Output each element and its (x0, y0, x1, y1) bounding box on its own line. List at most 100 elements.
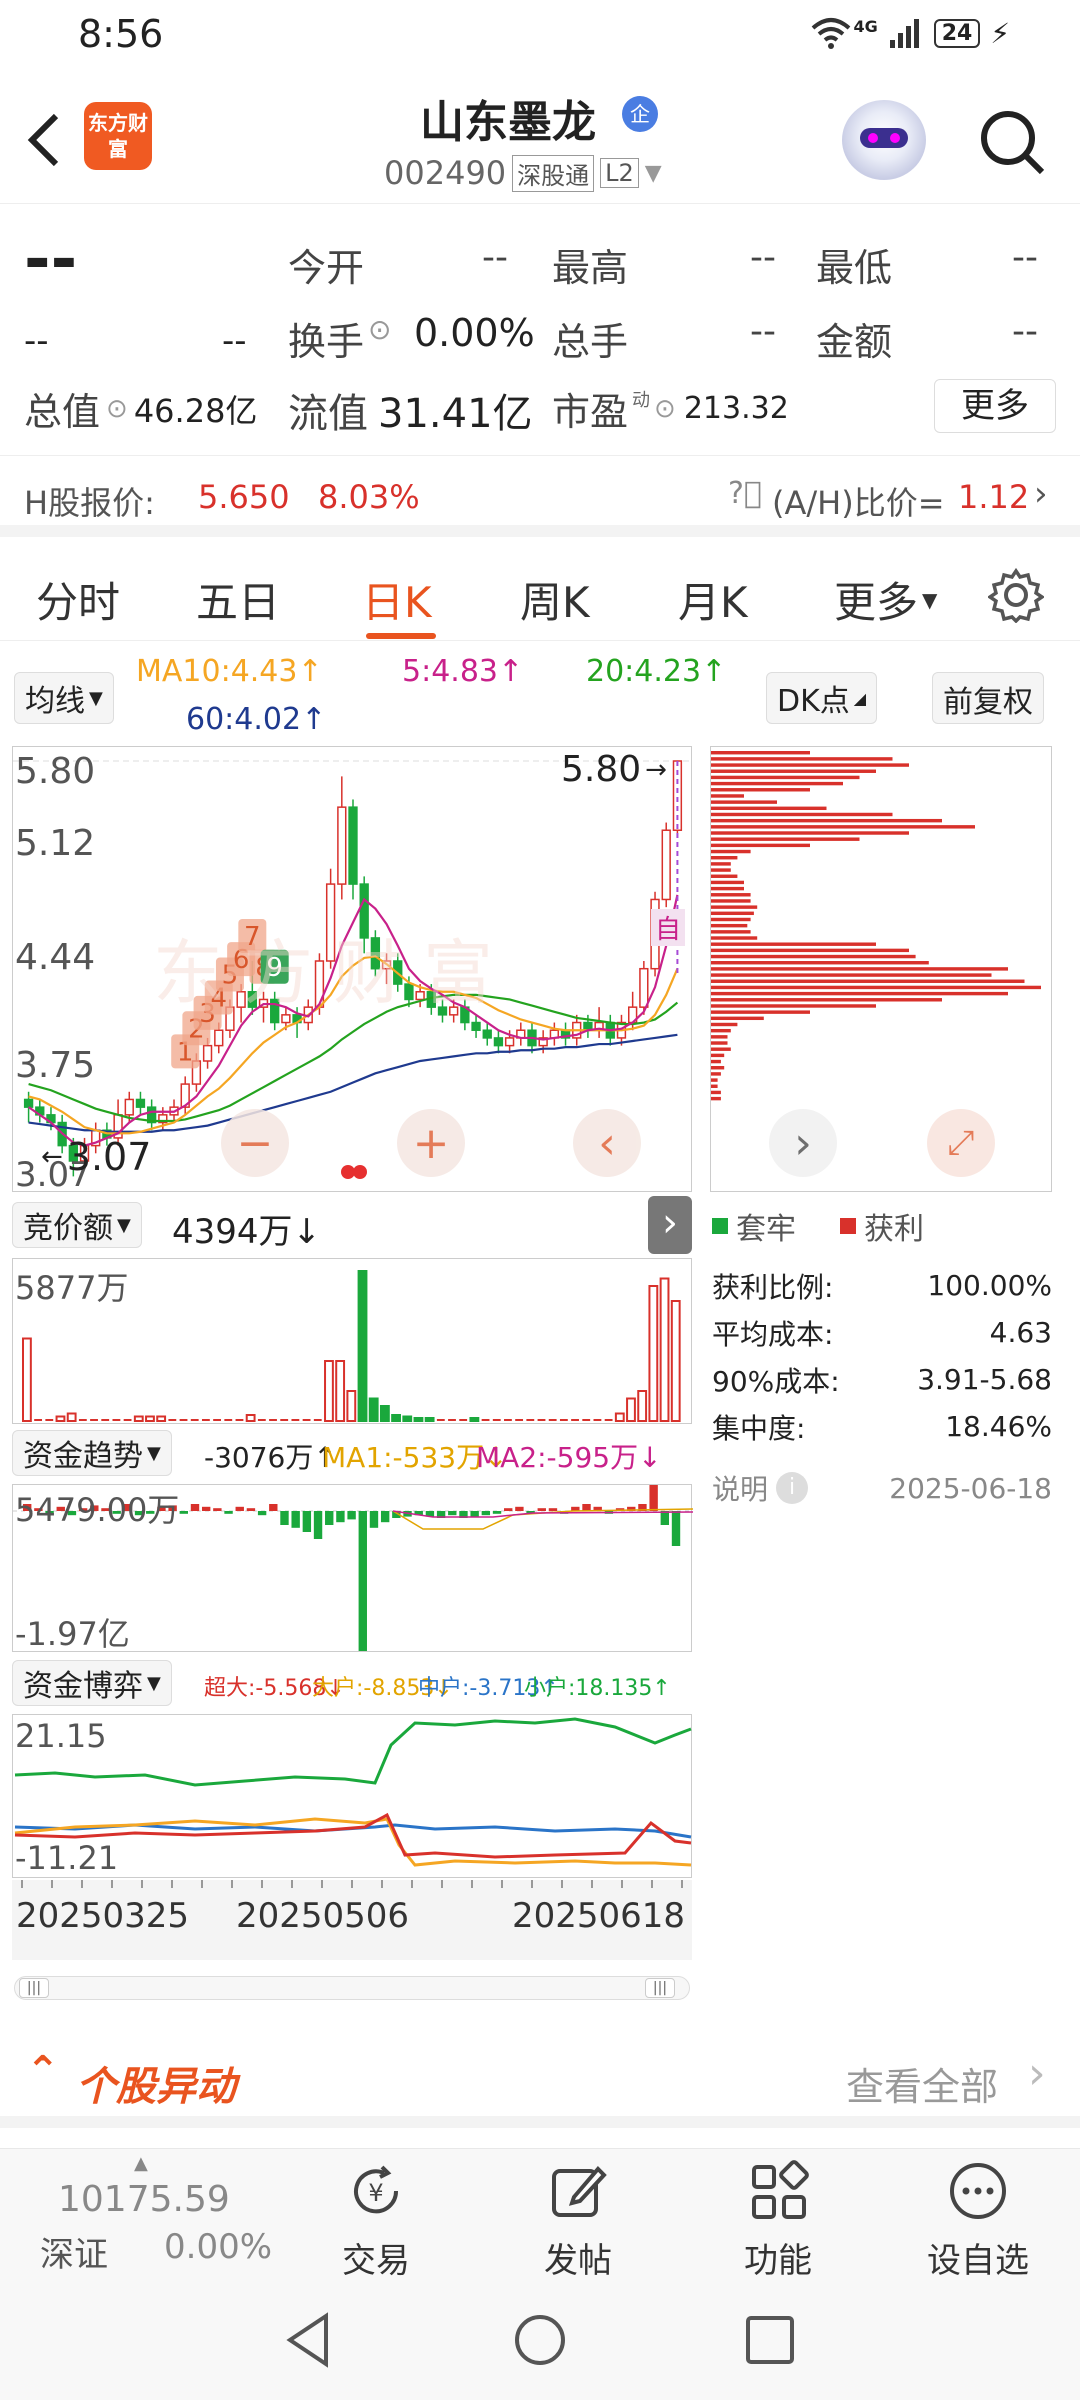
stock-header: 东方财富 山东墨龙 企 002490 深股通 L2 ▼ (0, 72, 1080, 204)
enterprise-badge: 企 (622, 96, 658, 132)
auction-value: 4394万↓ (172, 1212, 322, 1252)
back-triangle-icon[interactable] (280, 2310, 336, 2370)
auction-bar (582, 1419, 591, 1421)
chip-bar (711, 837, 860, 841)
game-y-top: 21.15 (15, 1717, 107, 1755)
concentration-value: 18.46% (945, 1410, 1052, 1443)
info-icon[interactable]: ⊙ (368, 313, 391, 346)
auction-bar (424, 1417, 435, 1422)
tab-more[interactable]: 更多 ▼ (834, 569, 937, 630)
settings-gear-icon[interactable] (988, 567, 1044, 623)
fund-selector[interactable]: 资金趋势 ▼ (12, 1430, 172, 1476)
chip-distribution-chart[interactable]: › ⤢ (710, 746, 1052, 1192)
stock-name[interactable]: 山东墨龙 (420, 86, 596, 150)
expand-panel-button[interactable]: › (648, 1196, 692, 1254)
chip-bar (711, 800, 777, 804)
expand-button[interactable]: ⤢ (927, 1109, 995, 1177)
chevron-left-icon: ‹ (598, 1117, 616, 1169)
tab-weekly-k[interactable]: 周K (520, 569, 590, 630)
tab-intraday[interactable]: 分时 (36, 569, 120, 630)
ma-selector[interactable]: 均线 ▼ (14, 672, 114, 724)
nav-functions[interactable]: 功能 (708, 2159, 848, 2282)
nav-add-watchlist[interactable]: 设自选 (908, 2159, 1048, 2282)
range-handle-left[interactable]: ||| (19, 1978, 49, 1998)
chip-bar (711, 862, 731, 866)
index-ticker[interactable]: ▲ 10175.59 深证 0.00% (24, 2153, 284, 2277)
fund-game-selector[interactable]: 资金博弈 ▼ (12, 1660, 172, 1706)
chip-bar (711, 961, 929, 965)
pe-label: 市盈 (552, 390, 629, 434)
auction-chart[interactable]: 5877万 (12, 1258, 692, 1424)
minus-icon: − (236, 1117, 274, 1169)
auction-bar (614, 1412, 625, 1422)
fund-game-chart[interactable]: 21.15 -11.21 (12, 1714, 692, 1878)
zoom-out-button[interactable]: − (221, 1109, 289, 1177)
level2-tag: L2 (600, 158, 639, 188)
tab-daily-k[interactable]: 日K (362, 569, 432, 630)
auction-bar (291, 1419, 300, 1421)
high-label: 最高 (552, 246, 629, 290)
view-all-link[interactable]: 查看全部 (846, 2056, 998, 2111)
info-icon[interactable]: ⊙ (654, 394, 676, 424)
date-end: 20250618 (512, 1896, 686, 1936)
auction-selector[interactable]: 竞价额 ▼ (12, 1202, 142, 1248)
chip-bar (711, 979, 1025, 983)
assistant-avatar[interactable] (842, 100, 926, 180)
h-share-row[interactable]: H股报价: 5.650 8.03% ?⃝ (A/H)比价= 1.12 › (0, 455, 1080, 537)
tab-monthly-k[interactable]: 月K (678, 569, 748, 630)
kline-chart[interactable]: 123456789 5.80 5.12 4.44 3.75 3.07 5.80→… (12, 746, 693, 1195)
profit-ratio-value: 100.00% (927, 1269, 1052, 1302)
stock-movers-section[interactable]: ⌃ 个股异动 查看全部 › (0, 2028, 1080, 2128)
range-handle-right[interactable]: ||| (645, 1978, 675, 1998)
stock-code-row[interactable]: 002490 深股通 L2 ▼ (384, 154, 662, 192)
tab-more-label: 更多 (834, 578, 919, 627)
float-value: 31.41亿 (378, 391, 533, 437)
chip-bar (711, 973, 992, 977)
chip-bar (711, 954, 916, 959)
more-button[interactable]: 更多 (934, 379, 1056, 433)
fund-game-header: 资金博弈 ▼ 超大:-5.568↓ 大户:-8.853↓ 中户:-3.713↑ 小… (12, 1658, 692, 1712)
chip-bar (711, 991, 1008, 996)
info-icon[interactable]: ⊙ (106, 394, 128, 424)
chip-bar (711, 1078, 718, 1082)
low-marker-value: 3.07 (66, 1135, 152, 1179)
info-icon[interactable]: i (776, 1472, 809, 1504)
help-icon[interactable]: ?⃝ (728, 476, 762, 511)
auction-bar (269, 1419, 277, 1421)
tab-five-day[interactable]: 五日 (196, 569, 280, 630)
auction-bar (22, 1337, 32, 1422)
legend-profit: 获利 (864, 1212, 924, 1247)
legend-swatch-profit (840, 1218, 856, 1234)
auction-bar (481, 1419, 490, 1421)
chip-bar (711, 812, 893, 817)
auction-bar (459, 1419, 468, 1421)
candle-body (639, 967, 649, 1008)
chip-bar (711, 899, 751, 903)
chip-bar (711, 781, 843, 786)
search-icon[interactable] (976, 106, 1048, 178)
chip-prev-button[interactable]: › (769, 1109, 837, 1177)
fund-trend-chart[interactable]: 5479.00万 -1.97亿 (12, 1480, 694, 1653)
recents-square-icon[interactable] (740, 2310, 800, 2370)
home-circle-icon[interactable] (510, 2310, 570, 2370)
adjust-mode-button[interactable]: 前复权 (932, 672, 1044, 724)
range-scrollbar[interactable]: ||| ||| (14, 1976, 690, 2000)
auction-bar (324, 1360, 334, 1422)
float-value-label: 流值 (288, 391, 368, 437)
zoom-in-button[interactable]: + (397, 1109, 465, 1177)
chip-date: 2025-06-18 (889, 1471, 1052, 1505)
ah-ratio-label: (A/H)比价= (772, 484, 945, 522)
auction-bar (213, 1419, 221, 1421)
apps-grid-icon (752, 2160, 809, 2219)
fund-bar (492, 1511, 502, 1514)
high-value: -- (750, 237, 776, 278)
app-logo[interactable]: 东方财富 (84, 102, 152, 170)
scroll-left-button[interactable]: ‹ (573, 1109, 641, 1177)
dk-points-button[interactable]: DK点 ◢ (766, 672, 878, 724)
auction-bar (313, 1419, 322, 1421)
nav-post[interactable]: 发帖 (508, 2159, 648, 2282)
back-icon[interactable] (22, 110, 66, 170)
note-label[interactable]: 说明 (712, 1468, 768, 1508)
nav-trade[interactable]: ¥ 交易 (306, 2159, 446, 2282)
auction-bar (245, 1414, 256, 1422)
